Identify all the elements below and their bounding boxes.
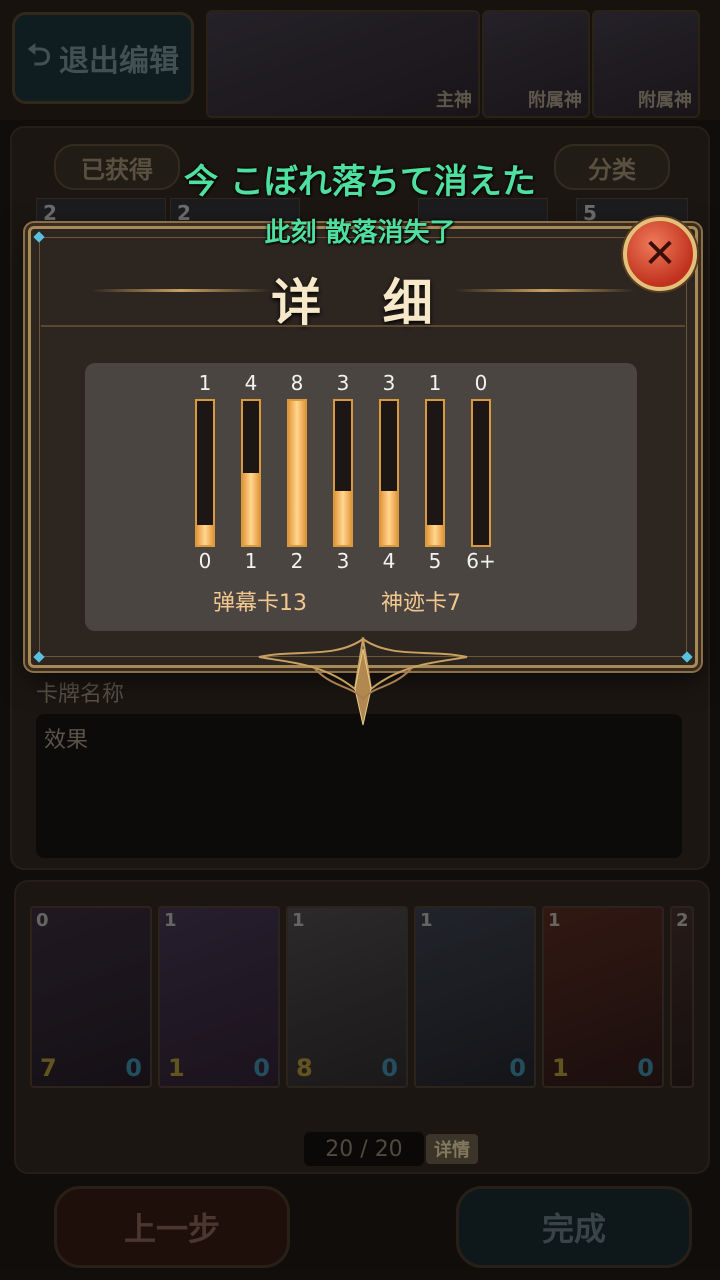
cost-tick-label: 0 — [198, 549, 212, 573]
bottom-ornament-icon — [258, 636, 468, 726]
bar — [243, 473, 259, 545]
bar-count-label: 4 — [244, 371, 258, 395]
detail-modal: 详 细 ✕ 1 0 4 1 8 2 3 3 3 4 1 5 0 6+ 弹幕卡13 神迹卡7 — [28, 217, 698, 726]
bar-count-label: 1 — [428, 371, 442, 395]
lyric-line-chinese: 此刻 散落消失了 — [264, 218, 456, 248]
bar-count-label: 8 — [290, 371, 304, 395]
cost-tick-label: 3 — [336, 549, 350, 573]
bar-track — [241, 399, 261, 547]
bar-count-label: 3 — [336, 371, 350, 395]
bar-track — [379, 399, 399, 547]
bar-track — [287, 399, 307, 547]
bar — [427, 525, 443, 545]
bar — [197, 525, 213, 545]
bar — [335, 491, 351, 545]
title-divider — [41, 325, 685, 327]
cost-distribution-chart: 1 0 4 1 8 2 3 3 3 4 1 5 0 6+ 弹幕卡13 神迹卡7 — [85, 363, 637, 631]
cost-tick-label: 4 — [382, 549, 396, 573]
bar-track — [195, 399, 215, 547]
bar-track — [425, 399, 445, 547]
bar-count-label: 0 — [474, 371, 488, 395]
bar-track — [333, 399, 353, 547]
bar — [381, 491, 397, 545]
barrage-card-count: 弹幕卡13 — [213, 591, 307, 616]
cost-tick-label: 1 — [244, 549, 258, 573]
miracle-card-count: 神迹卡7 — [381, 591, 461, 616]
bar-track — [471, 399, 491, 547]
bar-count-label: 3 — [382, 371, 396, 395]
bar — [289, 401, 305, 545]
cost-tick-label: 5 — [428, 549, 442, 573]
bar-count-label: 1 — [198, 371, 212, 395]
cost-tick-label: 2 — [290, 549, 304, 573]
lyric-line-japanese: 今 こぼれ落ちて消えた — [184, 162, 536, 202]
cost-tick-label: 6+ — [466, 549, 496, 573]
